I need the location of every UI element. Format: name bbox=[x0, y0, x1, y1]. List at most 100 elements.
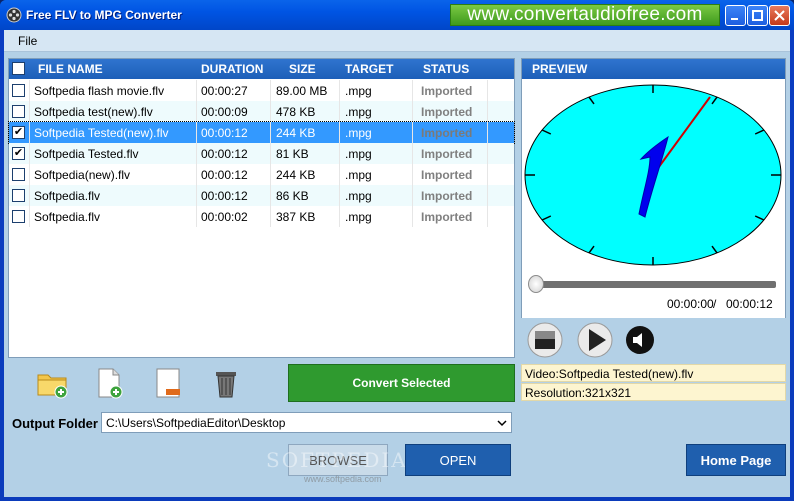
play-button[interactable] bbox=[577, 322, 613, 358]
column-divider bbox=[339, 101, 340, 122]
column-divider bbox=[270, 185, 271, 206]
cell-name: Softpedia.flv bbox=[34, 189, 101, 203]
column-divider bbox=[196, 185, 197, 206]
row-checkbox[interactable] bbox=[12, 84, 25, 97]
table-row[interactable]: Softpedia.flv 00:00:02 387 KB .mpg Imported bbox=[9, 206, 514, 227]
column-divider bbox=[29, 101, 30, 122]
header-status[interactable]: STATUS bbox=[423, 62, 469, 76]
file-toolbar bbox=[8, 363, 288, 403]
preview-video-frame bbox=[522, 79, 785, 269]
cell-target: .mpg bbox=[345, 168, 372, 182]
cell-status: Imported bbox=[421, 84, 473, 98]
preview-header: PREVIEW bbox=[522, 59, 785, 79]
table-row[interactable]: Softpedia flash movie.flv 00:00:27 89.00 M… bbox=[9, 80, 514, 101]
column-divider bbox=[270, 143, 271, 164]
title-bar[interactable]: Free FLV to MPG Converter www.convertaud… bbox=[0, 0, 794, 30]
convert-selected-button[interactable]: Convert Selected bbox=[288, 364, 515, 402]
cell-duration: 00:00:12 bbox=[201, 189, 248, 203]
cell-duration: 00:00:12 bbox=[201, 147, 248, 161]
cell-duration: 00:00:02 bbox=[201, 210, 248, 224]
remove-file-icon[interactable] bbox=[150, 365, 186, 401]
column-divider bbox=[412, 80, 413, 101]
cell-status: Imported bbox=[421, 126, 473, 140]
cell-status: Imported bbox=[421, 105, 473, 119]
header-duration[interactable]: DURATION bbox=[201, 62, 263, 76]
window-title: Free FLV to MPG Converter bbox=[26, 8, 182, 22]
column-divider bbox=[412, 101, 413, 122]
close-button[interactable] bbox=[769, 5, 790, 26]
playback-controls bbox=[521, 318, 786, 366]
column-divider bbox=[339, 185, 340, 206]
cell-size: 86 KB bbox=[276, 189, 309, 203]
trash-icon[interactable] bbox=[208, 365, 244, 401]
cell-name: Softpedia Tested(new).flv bbox=[34, 126, 169, 140]
cell-name: Softpedia test(new).flv bbox=[34, 105, 153, 119]
add-folder-icon[interactable] bbox=[34, 365, 70, 401]
maximize-button[interactable] bbox=[747, 5, 768, 26]
select-all-checkbox[interactable] bbox=[12, 62, 25, 75]
column-divider bbox=[412, 143, 413, 164]
column-divider bbox=[29, 122, 30, 143]
column-divider bbox=[196, 122, 197, 143]
total-time: 00:00:12 bbox=[726, 297, 773, 311]
cell-size: 478 KB bbox=[276, 105, 316, 119]
row-checkbox[interactable]: ✔ bbox=[12, 147, 25, 160]
column-divider bbox=[339, 143, 340, 164]
row-checkbox[interactable] bbox=[12, 210, 25, 223]
column-divider bbox=[196, 80, 197, 101]
menu-bar: File bbox=[4, 30, 790, 52]
column-divider bbox=[270, 101, 271, 122]
website-banner[interactable]: www.convertaudiofree.com bbox=[450, 4, 720, 26]
output-folder-label: Output Folder bbox=[12, 416, 98, 431]
header-size[interactable]: SIZE bbox=[289, 62, 316, 76]
softpedia-watermark: SOFTPEDIA bbox=[266, 448, 408, 472]
cell-name: Softpedia(new).flv bbox=[34, 168, 131, 182]
column-divider bbox=[270, 164, 271, 185]
column-divider bbox=[412, 206, 413, 227]
stop-button[interactable] bbox=[527, 322, 563, 358]
seek-bar[interactable] bbox=[536, 281, 776, 288]
column-divider bbox=[196, 101, 197, 122]
header-file-name[interactable]: FILE NAME bbox=[38, 62, 103, 76]
minimize-button[interactable] bbox=[725, 5, 746, 26]
video-info: Video:Softpedia Tested(new).flv bbox=[521, 364, 786, 382]
column-divider bbox=[339, 122, 340, 143]
client-area: File FILE NAME DURATION SIZE TARGET STAT… bbox=[4, 30, 790, 497]
column-divider bbox=[487, 164, 488, 185]
cell-name: Softpedia.flv bbox=[34, 210, 101, 224]
file-list: FILE NAME DURATION SIZE TARGET STATUS So… bbox=[8, 58, 515, 358]
cell-size: 387 KB bbox=[276, 210, 316, 224]
column-divider bbox=[196, 164, 197, 185]
column-divider bbox=[270, 80, 271, 101]
seek-thumb[interactable] bbox=[528, 275, 544, 293]
table-row[interactable]: ✔ Softpedia Tested(new).flv 00:00:12 244 KB… bbox=[8, 121, 515, 144]
menu-file[interactable]: File bbox=[18, 34, 37, 48]
cell-duration: 00:00:12 bbox=[201, 126, 248, 140]
column-divider bbox=[487, 185, 488, 206]
output-folder-select[interactable]: C:\Users\SoftpediaEditor\Desktop bbox=[101, 412, 512, 433]
open-button[interactable]: OPEN bbox=[405, 444, 511, 476]
add-file-icon[interactable] bbox=[91, 365, 127, 401]
volume-icon[interactable] bbox=[625, 325, 655, 355]
table-row[interactable]: Softpedia test(new).flv 00:00:09 478 KB .mp… bbox=[9, 101, 514, 122]
row-checkbox[interactable] bbox=[12, 168, 25, 181]
header-target[interactable]: TARGET bbox=[345, 62, 393, 76]
column-divider bbox=[29, 164, 30, 185]
time-separator: / bbox=[713, 297, 717, 311]
cell-status: Imported bbox=[421, 210, 473, 224]
row-checkbox[interactable] bbox=[12, 189, 25, 202]
row-checkbox[interactable]: ✔ bbox=[12, 126, 25, 139]
home-page-button[interactable]: Home Page bbox=[686, 444, 786, 476]
table-row[interactable]: ✔ Softpedia Tested.flv 00:00:12 81 KB .mpg Im… bbox=[9, 143, 514, 164]
cell-status: Imported bbox=[421, 147, 473, 161]
cell-target: .mpg bbox=[345, 105, 372, 119]
table-row[interactable]: Softpedia(new).flv 00:00:12 244 KB .mpg Impo… bbox=[9, 164, 514, 185]
column-divider bbox=[412, 185, 413, 206]
row-checkbox[interactable] bbox=[12, 105, 25, 118]
table-row[interactable]: Softpedia.flv 00:00:12 86 KB .mpg Imported bbox=[9, 185, 514, 206]
close-icon bbox=[774, 10, 785, 21]
cell-size: 81 KB bbox=[276, 147, 309, 161]
column-divider bbox=[339, 80, 340, 101]
column-divider bbox=[270, 206, 271, 227]
cell-size: 244 KB bbox=[276, 168, 316, 182]
